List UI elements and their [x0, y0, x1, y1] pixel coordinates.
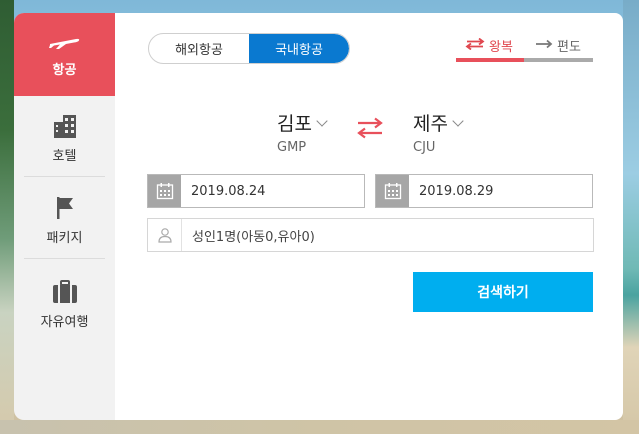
nav-divider — [24, 258, 105, 259]
chevron-down-icon — [452, 114, 464, 127]
background-sea — [623, 0, 639, 434]
category-nav: 항공 호텔 패키지 자유여행 — [14, 13, 122, 420]
tab-domestic[interactable]: 국내항공 — [249, 34, 349, 63]
tab-international[interactable]: 해외항공 — [149, 34, 249, 63]
trip-round-trip[interactable]: 왕복 — [465, 36, 513, 55]
departure-date-value: 2019.08.24 — [191, 183, 266, 199]
destination-selector[interactable]: 제주 CJU — [413, 109, 464, 155]
nav-item-hotel[interactable]: 호텔 — [14, 113, 115, 173]
flight-type-toggle: 해외항공 국내항공 — [148, 33, 350, 64]
flag-icon — [54, 195, 76, 221]
nav-item-label: 자유여행 — [40, 315, 89, 330]
origin-city: 김포 — [277, 113, 312, 135]
trip-one-way-underline — [524, 58, 593, 62]
flight-search-panel: 해외항공 국내항공 왕복 편도 김포 GMP 제주 CJU 2019.08.24… — [115, 13, 623, 420]
nav-item-free-travel[interactable]: 자유여행 — [14, 279, 115, 339]
arrow-right-icon — [535, 38, 553, 53]
chevron-down-icon — [316, 114, 328, 127]
background-palm — [0, 0, 14, 434]
passenger-selector[interactable]: 성인1명(아동0,유아0) — [147, 218, 594, 252]
nav-item-flight[interactable]: 항공 — [14, 13, 122, 96]
passenger-value: 성인1명(아동0,유아0) — [192, 229, 315, 245]
origin-selector[interactable]: 김포 GMP — [277, 109, 328, 155]
destination-city: 제주 — [413, 113, 448, 135]
suitcase-icon — [51, 279, 79, 305]
nav-item-label: 패키지 — [46, 231, 83, 246]
nav-item-package[interactable]: 패키지 — [14, 195, 115, 255]
calendar-icon — [376, 175, 409, 207]
return-date-value: 2019.08.29 — [419, 183, 494, 199]
swap-route-button[interactable] — [356, 117, 384, 143]
nav-divider — [24, 176, 105, 177]
nav-item-label: 항공 — [52, 63, 77, 78]
trip-round-trip-underline — [456, 58, 524, 62]
airplane-icon — [48, 35, 80, 53]
hotel-icon — [52, 113, 78, 139]
departure-date-field[interactable]: 2019.08.24 — [147, 174, 365, 208]
background-sand — [0, 420, 639, 434]
trip-one-way[interactable]: 편도 — [535, 36, 581, 55]
swap-icon — [357, 117, 383, 139]
calendar-icon — [148, 175, 181, 207]
person-icon — [148, 219, 182, 251]
origin-code: GMP — [277, 140, 307, 155]
nav-item-label: 호텔 — [52, 149, 77, 164]
swap-arrows-icon — [465, 37, 485, 54]
destination-code: CJU — [413, 140, 436, 155]
trip-one-way-label: 편도 — [557, 40, 581, 55]
search-button[interactable]: 검색하기 — [413, 272, 593, 312]
return-date-field[interactable]: 2019.08.29 — [375, 174, 593, 208]
trip-round-trip-label: 왕복 — [489, 40, 513, 55]
